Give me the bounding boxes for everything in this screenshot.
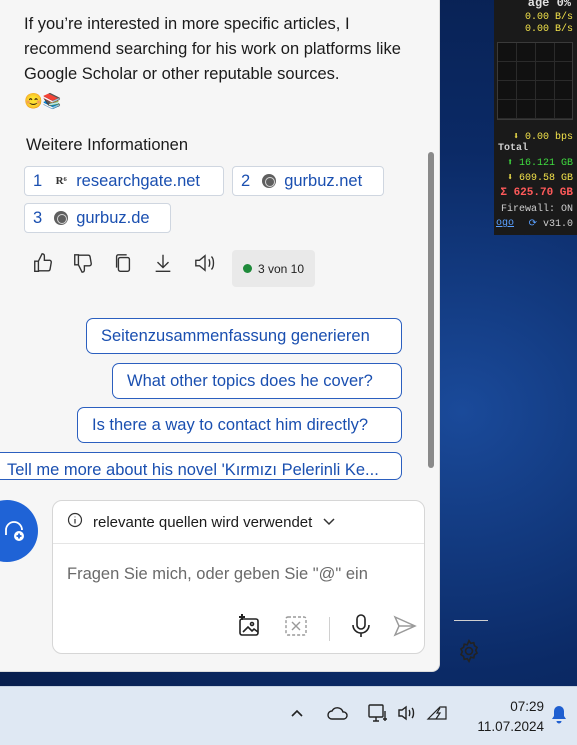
- meter-total-up: ⬆ 16.121 GB: [506, 158, 573, 169]
- source-chip-1[interactable]: 1 R⁶ researchgate.net: [24, 166, 224, 196]
- speaker-icon[interactable]: [192, 252, 218, 274]
- source-number: 2: [241, 171, 251, 190]
- response-counter: 3 von 10: [232, 250, 315, 287]
- clock-date: 11.07.2024: [477, 719, 544, 734]
- source-chip-2[interactable]: 2 gurbuz.net: [232, 166, 384, 196]
- researchgate-icon: R⁶: [55, 175, 67, 187]
- screenshot-icon[interactable]: [283, 613, 309, 644]
- source-number: 3: [33, 208, 43, 227]
- show-hidden-icons-chevron-up-icon[interactable]: [289, 705, 305, 721]
- send-icon[interactable]: [392, 614, 418, 643]
- copy-icon[interactable]: [112, 252, 134, 274]
- suggestion-button-2[interactable]: What other topics does he cover?: [112, 363, 402, 399]
- suggestion-button-3[interactable]: Is there a way to contact him directly?: [77, 407, 402, 443]
- composer-header[interactable]: relevante quellen wird verwendet: [53, 501, 424, 544]
- meter-down-rate: 0.00 B/s: [524, 24, 573, 35]
- globe-icon: [54, 211, 69, 225]
- chat-composer: relevante quellen wird verwendet Fragen …: [52, 500, 425, 654]
- divider: [454, 620, 488, 621]
- settings-button[interactable]: [456, 638, 482, 664]
- meter-firewall: Firewall: ON: [500, 204, 573, 215]
- chevron-down-icon: [322, 514, 336, 531]
- composer-tools: [237, 613, 418, 644]
- suggestion-button-4[interactable]: Tell me more about his novel 'Kırmızı Pe…: [0, 452, 402, 480]
- assistant-message-text: If you’re interested in more specific ar…: [24, 15, 401, 83]
- download-icon[interactable]: [152, 252, 174, 274]
- meter-version: ⟳ v31.0: [528, 219, 573, 230]
- source-label: researchgate.net: [76, 171, 201, 190]
- meter-top: age 0%: [527, 0, 571, 10]
- divider: [329, 616, 330, 641]
- meter-total-down: ⬇ 609.58 GB: [506, 173, 573, 184]
- thumbs-down-icon[interactable]: [72, 252, 94, 274]
- meter-total-label: Total: [498, 143, 529, 154]
- new-chat-icon: [5, 521, 24, 541]
- network-meter-widget: age 0% 0.00 B/s 0.00 B/s ⬇ 0.00 bps Tota…: [494, 0, 577, 235]
- source-chip-3[interactable]: 3 gurbuz.de: [24, 203, 171, 233]
- meter-bps: ⬇ 0.00 bps: [512, 132, 573, 143]
- info-icon: [67, 512, 83, 532]
- meter-sum: Σ 625.70 GB: [500, 187, 573, 199]
- add-image-icon[interactable]: [237, 613, 263, 644]
- new-chat-button[interactable]: [0, 500, 38, 562]
- clock-time: 07:29: [510, 699, 544, 714]
- scrollbar[interactable]: [428, 152, 434, 468]
- sources-mode-label: relevante quellen wird verwendet: [93, 513, 313, 531]
- sources-title: Weitere Informationen: [26, 136, 189, 154]
- source-number: 1: [33, 171, 43, 190]
- assistant-message: If you’re interested in more specific ar…: [24, 12, 424, 114]
- source-label: gurbuz.net: [284, 171, 363, 190]
- source-label: gurbuz.de: [76, 208, 150, 227]
- suggestion-button-1[interactable]: Seitenzusammenfassung generieren: [86, 318, 402, 354]
- globe-icon: [262, 174, 277, 188]
- message-actions: [32, 252, 218, 274]
- chat-input[interactable]: Fragen Sie mich, oder geben Sie "@" ein: [67, 565, 368, 584]
- clock[interactable]: 07:29 11.07.2024: [462, 697, 544, 737]
- meter-up-rate: 0.00 B/s: [524, 12, 573, 23]
- emoji-icons: 😊📚: [24, 93, 62, 110]
- status-dot: [242, 264, 252, 273]
- response-counter-text: 3 von 10: [257, 261, 305, 276]
- volume-icon[interactable]: [397, 705, 417, 721]
- gear-icon: [459, 639, 479, 663]
- meter-logo: ogo: [496, 218, 515, 229]
- battery-icon[interactable]: [426, 705, 448, 721]
- notification-bell-icon[interactable]: [550, 705, 568, 725]
- onedrive-cloud-icon[interactable]: [327, 705, 349, 721]
- microphone-icon[interactable]: [350, 613, 372, 644]
- thumbs-up-icon[interactable]: [32, 252, 54, 274]
- network-icon[interactable]: [367, 703, 389, 723]
- taskbar: 07:29 11.07.2024: [0, 686, 577, 745]
- copilot-panel: If you’re interested in more specific ar…: [0, 0, 440, 672]
- meter-graph: [497, 42, 573, 120]
